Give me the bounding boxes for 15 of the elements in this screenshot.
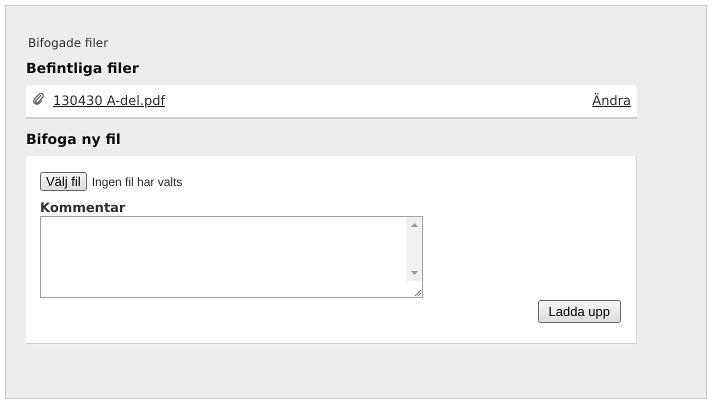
comment-label: Kommentar bbox=[40, 201, 126, 216]
choose-file-button[interactable]: Välj fil bbox=[40, 172, 87, 191]
file-link[interactable]: 130430 A-del.pdf bbox=[53, 94, 166, 108]
comment-field[interactable] bbox=[40, 216, 423, 298]
scroll-down-icon[interactable] bbox=[410, 271, 418, 275]
change-link[interactable]: Ändra bbox=[592, 94, 631, 108]
no-file-text: Ingen fil har valts bbox=[92, 174, 182, 188]
scroll-up-icon[interactable] bbox=[410, 223, 418, 227]
section-heading: Bifoga ny fil bbox=[26, 132, 122, 148]
section-heading: Befintliga filer bbox=[26, 61, 140, 77]
resize-grip-icon[interactable] bbox=[414, 289, 421, 296]
upload-button[interactable]: Ladda upp bbox=[538, 300, 621, 323]
panel-title: Bifogade filer bbox=[28, 36, 110, 52]
paperclip-icon bbox=[33, 93, 44, 105]
scrollbar[interactable] bbox=[406, 217, 422, 281]
